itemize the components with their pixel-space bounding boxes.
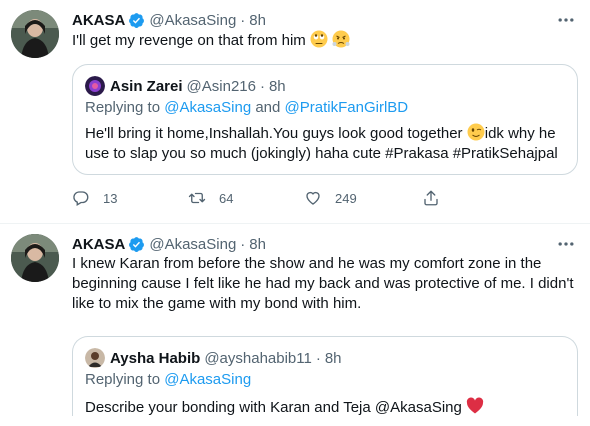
avatar-photo-icon <box>85 76 105 96</box>
face-with-rolling-eyes-icon <box>310 30 328 48</box>
quoted-avatar <box>85 348 105 368</box>
author-name[interactable]: AKASA <box>72 12 125 29</box>
tweet[interactable]: AKASA @AkasaSing · 8h I knew Karan from … <box>0 224 590 426</box>
quoted-tweet-text: Describe your bonding with Karan and Tej… <box>85 397 565 418</box>
mention-link[interactable]: @AkasaSing <box>164 371 251 388</box>
more-options-icon[interactable] <box>554 234 578 254</box>
tweet-header: AKASA @AkasaSing · 8h <box>72 10 266 30</box>
quoted-timestamp: 8h <box>268 77 286 95</box>
replying-to: Replying to @AkasaSing <box>85 371 251 388</box>
quoted-tweet[interactable]: Asin Zarei @Asin216 · 8h Replying to @Ak… <box>72 64 578 175</box>
like-button[interactable]: 249 <box>304 189 357 207</box>
retweet-icon <box>188 192 206 204</box>
face-with-steam-icon <box>332 30 350 48</box>
winking-face-icon <box>467 123 485 141</box>
mention-link[interactable]: @PratikFanGirlBD <box>285 99 409 116</box>
quoted-author-handle: @Asin216 <box>186 77 256 95</box>
separator-dot: · <box>240 235 246 253</box>
retweet-count: 64 <box>219 190 234 206</box>
replying-to-label: Replying to <box>85 371 165 388</box>
separator-dot: · <box>240 11 246 29</box>
tweet-text: I'll get my revenge on that from him <box>72 30 572 51</box>
avatar-photo-icon <box>11 10 59 58</box>
quoted-avatar <box>85 76 105 96</box>
author-handle[interactable]: @AkasaSing <box>149 12 236 29</box>
more-options-icon[interactable] <box>554 10 578 30</box>
share-icon <box>424 190 438 206</box>
share-button[interactable] <box>422 189 453 207</box>
mention-link[interactable]: @AkasaSing <box>164 99 251 116</box>
verified-badge-icon <box>129 236 145 252</box>
tweet-text: I knew Karan from before the show and he… <box>72 255 574 312</box>
retweet-button[interactable]: 64 <box>188 189 233 207</box>
avatar[interactable] <box>11 234 59 282</box>
quoted-text-content: Describe your bonding with Karan and Tej… <box>85 399 462 416</box>
quoted-tweet-header: Asin Zarei @Asin216 · 8h <box>85 76 286 96</box>
tweet-actions: 13 64 249 <box>72 189 572 209</box>
avatar-photo-icon <box>85 348 105 368</box>
quoted-tweet[interactable]: Aysha Habib @ayshahabib11 · 8h Replying … <box>72 336 578 416</box>
avatar[interactable] <box>11 10 59 58</box>
quoted-author-name: Aysha Habib <box>110 349 201 367</box>
replying-to-label: Replying to <box>85 99 165 116</box>
quoted-tweet-header: Aysha Habib @ayshahabib11 · 8h <box>85 348 342 368</box>
reply-count: 13 <box>103 190 118 206</box>
quoted-text-part: He'll bring it home,Inshallah.You guys l… <box>85 125 467 142</box>
replying-to: Replying to @AkasaSing and @PratikFanGir… <box>85 99 408 116</box>
quoted-author-handle: @ayshahabib11 <box>204 349 312 367</box>
verified-badge-icon <box>129 12 145 28</box>
timestamp[interactable]: 8h <box>249 236 266 253</box>
tweet[interactable]: AKASA @AkasaSing · 8h I'll get my reveng… <box>0 0 590 224</box>
avatar-photo-icon <box>11 234 59 282</box>
quoted-author-name: Asin Zarei <box>110 77 183 95</box>
reply-button[interactable]: 13 <box>72 189 117 207</box>
quoted-timestamp: 8h <box>324 349 342 367</box>
quoted-tweet-text: He'll bring it home,Inshallah.You guys l… <box>85 123 565 164</box>
reply-icon <box>73 191 89 206</box>
timestamp[interactable]: 8h <box>249 12 266 29</box>
tweet-header: AKASA @AkasaSing · 8h <box>72 234 266 254</box>
red-heart-icon <box>466 397 484 414</box>
tweet-text-content: I'll get my revenge on that from him <box>72 32 306 49</box>
author-name[interactable]: AKASA <box>72 236 125 253</box>
separator-dot: · <box>259 77 265 95</box>
heart-icon <box>306 191 320 205</box>
separator-dot: · <box>315 349 321 367</box>
author-handle[interactable]: @AkasaSing <box>149 236 236 253</box>
replying-joiner: and <box>251 99 285 116</box>
like-count: 249 <box>335 190 357 206</box>
